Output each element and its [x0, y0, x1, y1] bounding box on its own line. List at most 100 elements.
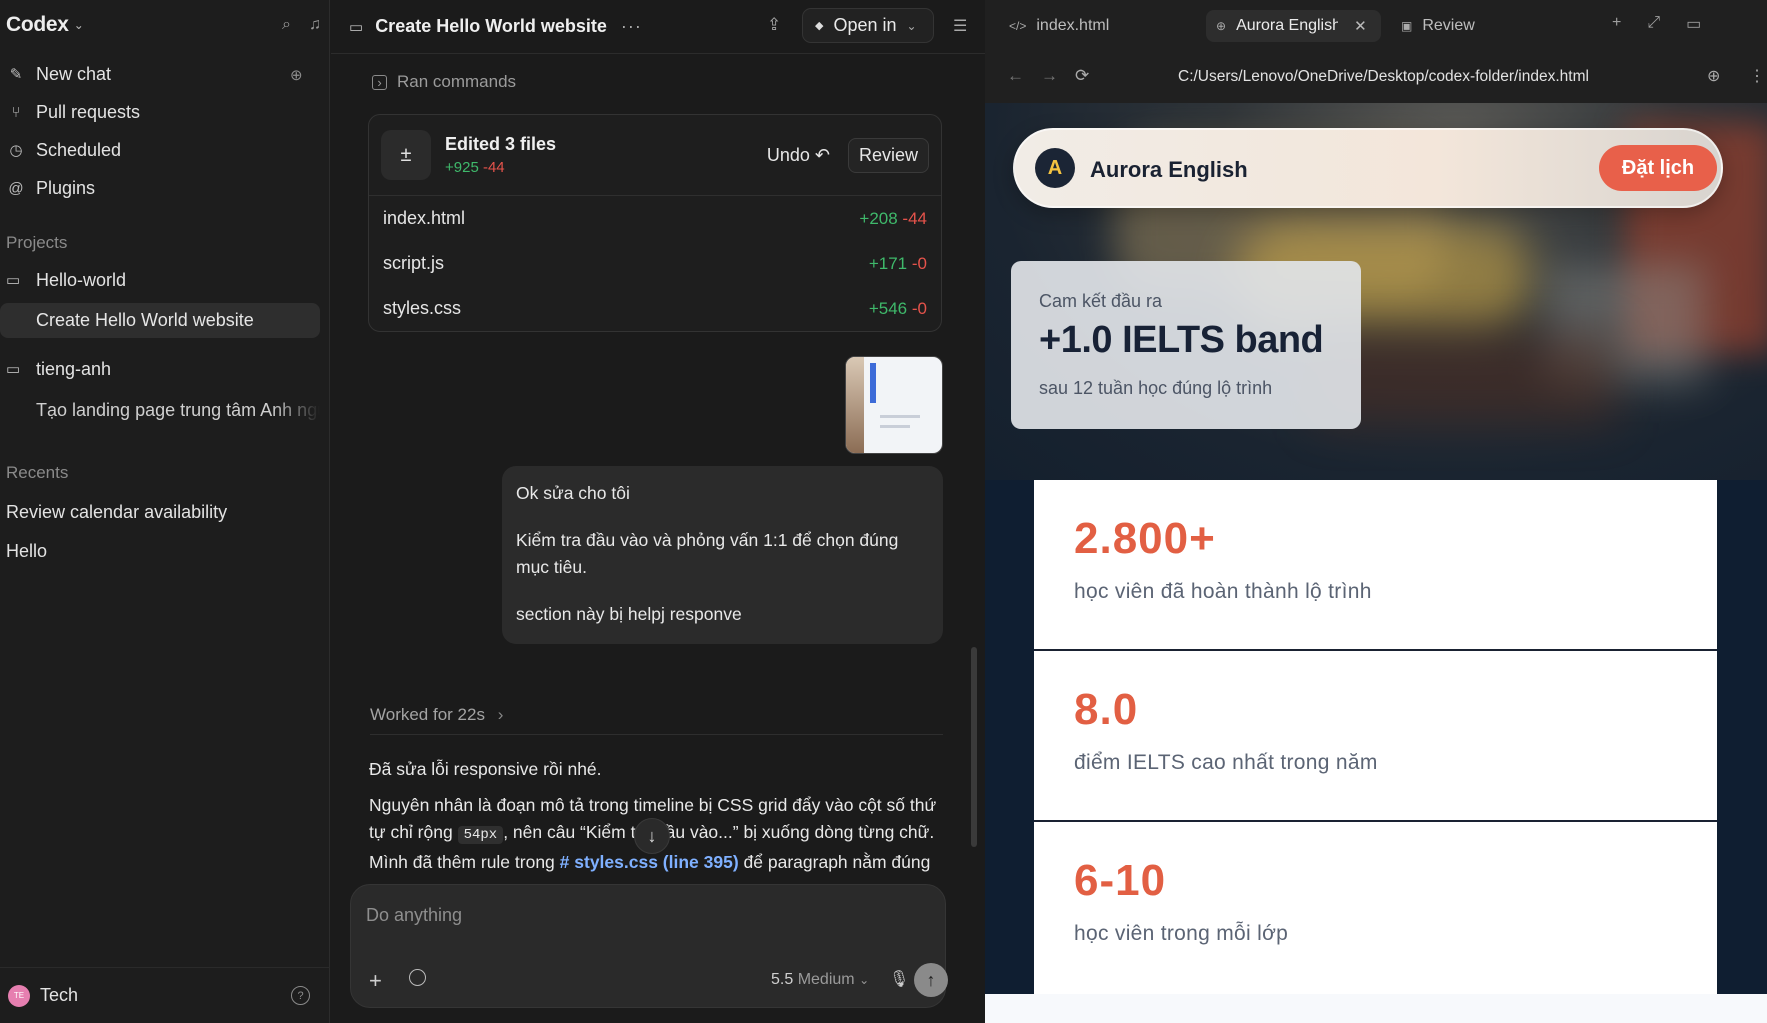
model-version: 5.5	[771, 971, 794, 988]
chat-panel: ▭ Create Hello World website ··· ⇪ ◆ Ope…	[331, 0, 985, 1023]
site-logo[interactable]: A	[1035, 148, 1075, 188]
answer-paragraph: Mình đã thêm rule trong # styles.css (li…	[369, 849, 949, 876]
review-icon: ▣	[1401, 19, 1413, 33]
menu-icon[interactable]: ⋮	[1749, 66, 1765, 86]
app-brand[interactable]: Codex	[6, 13, 69, 37]
expand-icon[interactable]: ⤢	[1647, 14, 1660, 34]
project-hello-world[interactable]: ▭ Hello-world	[6, 266, 126, 294]
forward-icon[interactable]: →	[1041, 66, 1058, 86]
chevron-down-icon: ⌄	[859, 973, 870, 987]
project-tieng-anh[interactable]: ▭ tieng-anh	[6, 355, 111, 383]
model-selector[interactable]: 5.5 Medium ⌄	[771, 971, 869, 989]
divider	[370, 734, 943, 735]
review-button[interactable]: Review	[847, 137, 929, 173]
app-icon: ◆	[815, 20, 824, 32]
scroll-down-button[interactable]: ↓	[634, 818, 670, 854]
diff-icon: ±	[381, 130, 431, 180]
tab-review[interactable]: ▣ Review	[1391, 10, 1485, 42]
tab-index-html[interactable]: </> index.html	[999, 10, 1119, 42]
file-row-script[interactable]: script.js +171 -0	[369, 241, 941, 286]
undo-label: Undo	[766, 144, 810, 165]
nav-pull-requests[interactable]: ⑂ Pull requests	[6, 98, 140, 126]
project-label: tieng-anh	[36, 358, 112, 379]
browser-panel: </> index.html ⊕ Aurora English S ✕ ▣ Re…	[985, 0, 1767, 1023]
more-icon[interactable]: ···	[621, 16, 642, 37]
tab-aurora-english[interactable]: ⊕ Aurora English S ✕	[1206, 10, 1381, 42]
recent-item[interactable]: Review calendar availability	[6, 502, 227, 523]
answer-text: để paragraph nằm đúng	[743, 852, 931, 872]
search-icon[interactable]: ⌕	[282, 16, 291, 34]
screenshot-attachment[interactable]	[845, 356, 943, 454]
edited-files-stats: +925 -44	[445, 159, 556, 176]
stat-item: 2.800+ học viên đã hoàn thành lộ trình	[1034, 480, 1717, 651]
undo-button[interactable]: Undo ↶	[767, 145, 830, 166]
reload-icon[interactable]: ⟳	[1075, 66, 1089, 86]
chevron-down-icon[interactable]: ⌄	[74, 18, 84, 32]
ran-commands[interactable]: › Ran commands	[372, 72, 516, 92]
file-row-styles[interactable]: styles.css +546 -0	[369, 286, 941, 331]
stat-label: học viên đã hoàn thành lộ trình	[1074, 580, 1372, 603]
composer: Do anything + 5.5 Medium ⌄ 🎙 ↑	[350, 884, 948, 1008]
file-row-index[interactable]: index.html +208 -44	[369, 196, 941, 241]
url-field[interactable]: C:/Users/Lenovo/OneDrive/Desktop/codex-f…	[1178, 68, 1589, 86]
help-icon[interactable]: ?	[291, 986, 310, 1005]
open-in-button[interactable]: ◆ Open in ⌄	[802, 8, 934, 43]
file-removed: -0	[911, 253, 927, 273]
add-attachment-icon[interactable]: +	[369, 968, 382, 994]
new-chat-plus-icon[interactable]: ⊕	[290, 66, 303, 84]
terminal-icon: ›	[372, 74, 387, 90]
user-name[interactable]: Tech	[40, 985, 78, 1006]
site-brand[interactable]: Aurora English	[1090, 157, 1248, 183]
recent-item[interactable]: Hello	[6, 541, 47, 562]
file-added: +208	[859, 208, 898, 228]
message-line: Ok sửa cho tôi	[516, 483, 630, 503]
book-button[interactable]: Đặt lịch	[1599, 145, 1717, 191]
microphone-icon[interactable]: 🎙	[889, 969, 909, 989]
stat-item: 8.0 điểm IELTS cao nhất trong năm	[1034, 651, 1717, 822]
stats-section: 2.800+ học viên đã hoàn thành lộ trình 8…	[1034, 480, 1717, 1023]
answer-text: Mình đã thêm rule trong	[369, 852, 555, 872]
user-footer: TE Tech ?	[0, 967, 330, 1023]
file-removed: -44	[902, 208, 927, 228]
thread-create-hello-world[interactable]: Create Hello World website	[0, 303, 320, 338]
answer-paragraph: Đã sửa lỗi responsive rồi nhé.	[369, 759, 602, 779]
app-window: Codex ⌄ ⌕ ♫ ✎ New chat ⊕ ⑂ Pull requests…	[0, 0, 1767, 1023]
promo-value: +1.0 IELTS band	[1039, 319, 1324, 361]
share-icon[interactable]: ⇪	[767, 15, 781, 35]
thread-landing-page[interactable]: Tạo landing page trung tâm Anh ngữ	[0, 393, 320, 428]
edited-files-card: ± Edited 3 files +925 -44 Undo ↶ Review …	[368, 114, 942, 332]
send-button[interactable]: ↑	[914, 963, 948, 997]
promo-kicker: Cam kết đầu ra	[1039, 291, 1163, 311]
tab-tools: + ⤢ ▭	[1612, 14, 1701, 34]
close-icon[interactable]: ✕	[1354, 17, 1367, 35]
file-added: +171	[868, 253, 908, 273]
tab-label: index.html	[1036, 17, 1110, 34]
file-link[interactable]: # styles.css (line 395)	[560, 852, 739, 872]
panel-icon[interactable]: ▭	[1686, 14, 1701, 34]
bell-icon[interactable]: ♫	[309, 16, 321, 34]
chevron-down-icon: ⌄	[906, 18, 917, 33]
nav-scheduled[interactable]: ◷ Scheduled	[6, 136, 121, 164]
file-added: +546	[868, 298, 908, 318]
avatar[interactable]: TE	[8, 984, 30, 1007]
permissions-icon[interactable]	[409, 969, 426, 986]
file-name: index.html	[383, 208, 466, 228]
worked-for-label: Worked for 22s	[370, 705, 485, 724]
scrollbar[interactable]	[971, 647, 977, 847]
promo-card: Cam kết đầu ra +1.0 IELTS band sau 12 tu…	[1011, 261, 1361, 429]
edit-icon: ✎	[9, 66, 23, 83]
open-in-label: Open in	[833, 15, 897, 35]
back-icon[interactable]: ←	[1007, 66, 1024, 86]
browser-tabs: </> index.html ⊕ Aurora English S ✕ ▣ Re…	[985, 0, 1767, 50]
add-icon[interactable]: ⊕	[1707, 66, 1720, 86]
worked-for-toggle[interactable]: Worked for 22s ›	[370, 705, 503, 725]
prompt-input[interactable]: Do anything	[366, 905, 462, 926]
nav-new-chat[interactable]: ✎ New chat	[6, 60, 111, 88]
stat-label: điểm IELTS cao nhất trong năm	[1074, 751, 1378, 774]
site-navbar: A Aurora English Đặt lịch	[1013, 128, 1723, 208]
nav-plugins[interactable]: @ Plugins	[6, 174, 95, 202]
new-tab-icon[interactable]: +	[1612, 14, 1621, 34]
web-viewport: A Aurora English Đặt lịch Cam kết đầu ra…	[985, 103, 1767, 1023]
message-line: Kiểm tra đầu vào và phỏng vấn 1:1 để chọ…	[516, 530, 899, 577]
task-list-icon[interactable]: ☰	[953, 16, 967, 36]
